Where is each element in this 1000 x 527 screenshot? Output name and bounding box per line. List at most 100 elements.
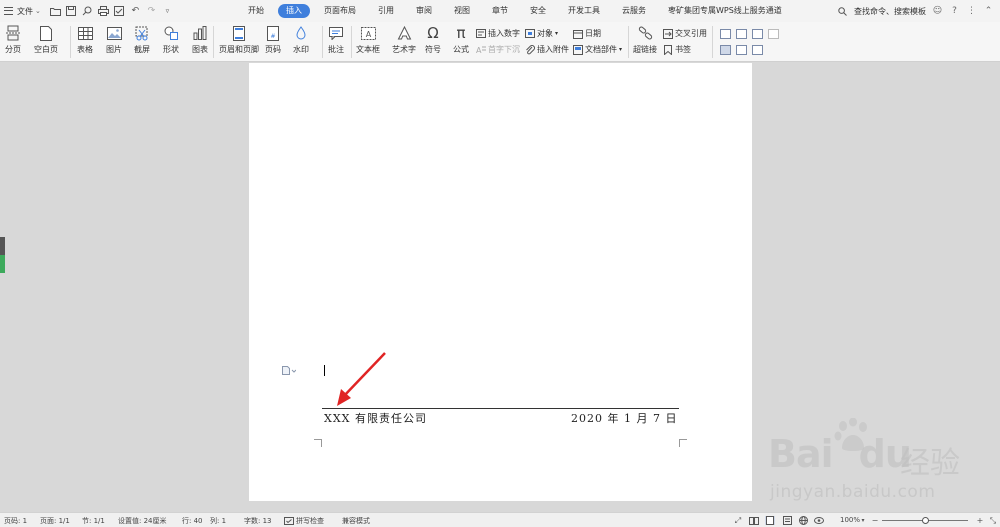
layout-option-button[interactable] [752, 45, 763, 55]
status-setting[interactable]: 设置值: 24厘米 [118, 516, 167, 526]
menubar-left: 文件 ⌄ ↶ ↷ ▿ [0, 0, 174, 22]
help-icon[interactable]: ? [949, 6, 960, 17]
read-mode-icon[interactable] [749, 516, 759, 525]
status-section[interactable]: 节: 1/1 [82, 516, 105, 526]
status-pages[interactable]: 页面: 1/1 [40, 516, 70, 526]
layout-option-button[interactable] [736, 45, 747, 55]
paragraph-layout-icon[interactable] [282, 366, 296, 375]
page-break-button[interactable]: 分页 [4, 25, 22, 55]
tab-page-layout[interactable]: 页面布局 [316, 4, 364, 18]
layout-option-button[interactable] [768, 29, 779, 39]
side-panel-tab[interactable] [0, 237, 5, 273]
tab-developer[interactable]: 开发工具 [560, 4, 608, 18]
page-number-label: 页码 [265, 45, 281, 54]
layout-option-button[interactable] [720, 29, 731, 39]
side-tab-green [0, 255, 5, 273]
zoom-out-icon[interactable]: − [870, 516, 880, 525]
status-bar: 页码: 1 页面: 1/1 节: 1/1 设置值: 24厘米 行: 40 列: … [0, 512, 1000, 527]
chevron-down-icon[interactable]: ▾ [858, 516, 868, 525]
picture-button[interactable]: 图片 [105, 25, 123, 55]
tab-review[interactable]: 审阅 [408, 4, 440, 18]
status-col[interactable]: 列: 1 [210, 516, 226, 526]
zoom-slider-handle[interactable] [922, 517, 929, 524]
tab-insert[interactable]: 插入 [278, 4, 310, 18]
open-folder-icon[interactable] [49, 5, 62, 18]
more-icon[interactable]: ⋮ [966, 6, 977, 17]
zoom-in-icon[interactable]: + [975, 516, 985, 525]
spell-check-icon[interactable] [284, 516, 294, 525]
omega-icon: Ω [427, 24, 439, 42]
status-row[interactable]: 行: 40 [182, 516, 203, 526]
tab-security[interactable]: 安全 [522, 4, 554, 18]
search-icon[interactable] [837, 6, 848, 17]
chevron-down-icon[interactable]: ⌄ [35, 7, 41, 15]
save-icon[interactable] [65, 5, 78, 18]
command-search[interactable]: 查找命令、搜索模板 [854, 6, 926, 17]
compat-mode-label[interactable]: 兼容模式 [342, 516, 370, 526]
print-icon[interactable] [97, 5, 110, 18]
document-page[interactable]: XXX 有限责任公司 2020 年 1 月 7 日 [249, 63, 752, 501]
redo-icon[interactable]: ↷ [145, 5, 158, 18]
side-tab-dark [0, 237, 5, 255]
blank-page-button[interactable]: 空白页 [34, 25, 58, 55]
drop-cap-button[interactable]: A 首字下沉 [476, 44, 520, 55]
hyperlink-button[interactable]: 超链接 [633, 25, 657, 55]
web-view-icon[interactable] [798, 516, 808, 525]
collapse-ribbon-icon[interactable]: ⌃ [983, 6, 994, 17]
spell-check-label[interactable]: 拼写检查 [296, 516, 324, 526]
tab-home[interactable]: 开始 [240, 4, 272, 18]
insert-number-button[interactable]: 插入数字 [476, 28, 520, 39]
tab-chapter[interactable]: 章节 [484, 4, 516, 18]
undo-icon[interactable]: ↶ [129, 5, 142, 18]
page-number-button[interactable]: # 页码 [264, 25, 282, 55]
bookmark-icon [663, 44, 673, 55]
table-icon [76, 25, 94, 41]
export-pdf-icon[interactable] [113, 5, 126, 18]
hamburger-icon[interactable] [4, 7, 13, 15]
status-page-num[interactable]: 页码: 1 [4, 516, 27, 526]
bookmark-label: 书签 [675, 45, 691, 54]
fit-page-icon[interactable]: ⤡ [988, 516, 998, 525]
print-preview-icon[interactable] [81, 5, 94, 18]
insert-number-icon [476, 29, 486, 39]
status-word-count[interactable]: 字数: 13 [244, 516, 272, 526]
tab-service-channel[interactable]: 枣矿集团专属WPS线上服务通道 [660, 4, 790, 18]
eye-protection-icon[interactable] [814, 516, 824, 525]
divider [322, 26, 323, 58]
smile-icon[interactable]: ☺ [932, 6, 943, 17]
date-button[interactable]: 日期 [573, 28, 601, 39]
shape-button[interactable]: 形状 [162, 25, 180, 55]
comment-button[interactable]: 批注 [327, 25, 345, 55]
page-break-icon [4, 25, 22, 41]
divider [712, 26, 713, 58]
outline-view-icon[interactable] [782, 516, 792, 525]
tab-references[interactable]: 引用 [370, 4, 402, 18]
customize-toolbar-icon[interactable]: ▿ [161, 5, 174, 18]
bookmark-button[interactable]: 书签 [663, 44, 691, 55]
attachment-button[interactable]: 插入附件 [525, 44, 569, 55]
layout-option-button[interactable] [752, 29, 763, 39]
footer-company-text[interactable]: XXX 有限责任公司 [324, 410, 427, 426]
file-menu[interactable]: 文件 [17, 6, 33, 17]
screenshot-button[interactable]: 截屏 [133, 25, 151, 55]
tab-view[interactable]: 视图 [446, 4, 478, 18]
object-button[interactable]: 对象 ▾ [525, 28, 558, 39]
layout-option-button[interactable] [720, 45, 731, 55]
watermark-button[interactable]: 水印 [292, 25, 310, 55]
text-box-button[interactable]: A 文本框 [356, 25, 380, 55]
cross-ref-button[interactable]: 交叉引用 [663, 28, 707, 39]
formula-button[interactable]: π 公式 [452, 24, 470, 55]
header-footer-button[interactable]: 页眉和页脚 [219, 25, 259, 55]
chart-button[interactable]: 图表 [191, 25, 209, 55]
doc-parts-button[interactable]: 文档部件 ▾ [573, 44, 622, 55]
page-view-icon[interactable] [765, 516, 775, 525]
symbol-button[interactable]: Ω 符号 [424, 24, 442, 55]
zoom-level[interactable]: 100% [840, 516, 860, 524]
word-art-button[interactable]: 艺术字 [392, 25, 416, 55]
footer-date-text[interactable]: 2020 年 1 月 7 日 [571, 410, 677, 426]
chart-label: 图表 [192, 45, 208, 54]
fullscreen-icon[interactable]: ⤢ [733, 516, 743, 525]
table-button[interactable]: 表格 [76, 25, 94, 55]
layout-option-button[interactable] [736, 29, 747, 39]
tab-cloud[interactable]: 云服务 [614, 4, 654, 18]
